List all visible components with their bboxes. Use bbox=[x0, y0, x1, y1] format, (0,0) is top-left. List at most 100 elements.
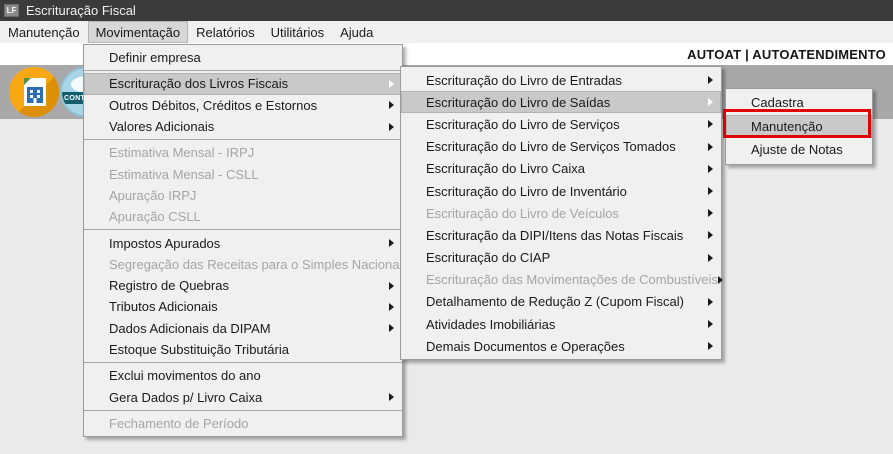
company-context-label: AUTOAT | AUTOATENDIMENTO bbox=[687, 47, 886, 62]
submenu-arrow-icon bbox=[708, 209, 713, 217]
menu-item-manutencao[interactable]: Manutenção bbox=[726, 115, 872, 139]
menu-item-label: Escrituração do Livro de Entradas bbox=[401, 73, 622, 88]
submenu-arrow-icon bbox=[708, 120, 713, 128]
menu-item-label: Apuração CSLL bbox=[84, 209, 201, 224]
menu-item-label: Dados Adicionais da DIPAM bbox=[84, 321, 271, 336]
menu-item-label: Estimativa Mensal - CSLL bbox=[84, 167, 259, 182]
submenu-arrow-icon bbox=[708, 320, 713, 328]
menu-item-estimativa-mensal-csll[interactable]: Estimativa Mensal - CSLL bbox=[84, 163, 402, 184]
menu-item-demais-documentos-e-operacoes[interactable]: Demais Documentos e Operações bbox=[401, 335, 721, 357]
menubar-item-ajuda[interactable]: Ajuda bbox=[332, 21, 381, 43]
menu-item-label: Escrituração do Livro de Serviços Tomado… bbox=[401, 139, 676, 154]
menu-item-segregacao-das-receitas-para-o-simples-nacional[interactable]: Segregação das Receitas para o Simples N… bbox=[84, 254, 402, 275]
submenu-arrow-icon bbox=[389, 393, 394, 401]
menu-item-tributos-adicionais[interactable]: Tributos Adicionais bbox=[84, 296, 402, 317]
menu-separator bbox=[84, 229, 402, 230]
menu-item-label: Fechamento de Período bbox=[84, 416, 248, 431]
menu-movimentacao: Definir empresa Escrituração dos Livros F… bbox=[83, 44, 403, 437]
menu-item-label: Manutenção bbox=[726, 119, 823, 134]
menu-item-exclui-movimentos-do-ano[interactable]: Exclui movimentos do ano bbox=[84, 365, 402, 386]
application-window: LF Escrituração Fiscal ManutençãoMovimen… bbox=[0, 0, 893, 454]
menu-item-escrituracao-das-movimentacoes-de-combustiveis[interactable]: Escrituração das Movimentações de Combus… bbox=[401, 269, 721, 291]
menu-item-escrituracao-do-livro-de-veiculos[interactable]: Escrituração do Livro de Veículos bbox=[401, 202, 721, 224]
menu-item-escrituracao-do-livro-de-entradas[interactable]: Escrituração do Livro de Entradas bbox=[401, 69, 721, 91]
menu-item-valores-adicionais[interactable]: Valores Adicionais bbox=[84, 116, 402, 137]
menu-item-label: Escrituração dos Livros Fiscais bbox=[84, 76, 288, 91]
menu-item-escrituracao-do-livro-de-servicos[interactable]: Escrituração do Livro de Serviços bbox=[401, 113, 721, 135]
menu-item-label: Detalhamento de Redução Z (Cupom Fiscal) bbox=[401, 294, 684, 309]
menu-item-label: Ajuste de Notas bbox=[726, 142, 843, 157]
company-building-icon[interactable] bbox=[9, 67, 59, 117]
menu-item-cadastra[interactable]: Cadastra bbox=[726, 91, 872, 115]
menu-item-label: Escrituração das Movimentações de Combus… bbox=[401, 272, 718, 287]
menubar-item-movimentacao[interactable]: Movimentação bbox=[88, 21, 189, 43]
menu-item-label: Demais Documentos e Operações bbox=[401, 339, 625, 354]
menu-item-registro-de-quebras[interactable]: Registro de Quebras bbox=[84, 275, 402, 296]
menubar-item-utilitarios[interactable]: Utilitários bbox=[263, 21, 332, 43]
window-title: Escrituração Fiscal bbox=[26, 3, 136, 18]
menu-item-label: Atividades Imobiliárias bbox=[401, 317, 555, 332]
menu-item-escrituracao-do-livro-de-servicos-tomados[interactable]: Escrituração do Livro de Serviços Tomado… bbox=[401, 136, 721, 158]
submenu-arrow-icon bbox=[389, 282, 394, 290]
menu-separator bbox=[84, 362, 402, 363]
menu-item-escrituracao-do-ciap[interactable]: Escrituração do CIAP bbox=[401, 247, 721, 269]
menubar-item-relatorios[interactable]: Relatórios bbox=[188, 21, 263, 43]
submenu-arrow-icon bbox=[389, 80, 394, 88]
menu-item-label: Escrituração do Livro de Veículos bbox=[401, 206, 619, 221]
menu-item-outros-debitos-creditos-e-estornos[interactable]: Outros Débitos, Créditos e Estornos bbox=[84, 95, 402, 116]
menu-item-dados-adicionais-da-dipam[interactable]: Dados Adicionais da DIPAM bbox=[84, 318, 402, 339]
menu-separator bbox=[84, 70, 402, 71]
menu-item-label: Registro de Quebras bbox=[84, 278, 229, 293]
menu-escrituracao-livros-fiscais: Escrituração do Livro de Entradas Escritu… bbox=[400, 66, 722, 360]
menu-item-label: Valores Adicionais bbox=[84, 119, 214, 134]
submenu-arrow-icon bbox=[389, 123, 394, 131]
title-bar: LF Escrituração Fiscal bbox=[0, 0, 893, 21]
menu-item-label: Apuração IRPJ bbox=[84, 188, 196, 203]
menu-item-label: Tributos Adicionais bbox=[84, 299, 218, 314]
menu-item-gera-dados-p-livro-caixa[interactable]: Gera Dados p/ Livro Caixa bbox=[84, 386, 402, 407]
menu-item-apuracao-irpj[interactable]: Apuração IRPJ bbox=[84, 185, 402, 206]
menu-item-ajuste-de-notas[interactable]: Ajuste de Notas bbox=[726, 138, 872, 162]
menu-item-atividades-imobiliarias[interactable]: Atividades Imobiliárias bbox=[401, 313, 721, 335]
menu-separator bbox=[84, 139, 402, 140]
submenu-arrow-icon bbox=[708, 342, 713, 350]
menu-item-escrituracao-do-livro-caixa[interactable]: Escrituração do Livro Caixa bbox=[401, 158, 721, 180]
menu-item-escrituracao-do-livro-de-inventario[interactable]: Escrituração do Livro de Inventário bbox=[401, 180, 721, 202]
menu-item-fechamento-de-periodo[interactable]: Fechamento de Período bbox=[84, 413, 402, 434]
menu-item-label: Gera Dados p/ Livro Caixa bbox=[84, 390, 262, 405]
menu-bar: ManutençãoMovimentaçãoRelatóriosUtilitár… bbox=[0, 21, 893, 43]
menu-item-label: Impostos Apurados bbox=[84, 236, 220, 251]
menu-item-detalhamento-de-reducao-z-cupom-fiscal[interactable]: Detalhamento de Redução Z (Cupom Fiscal) bbox=[401, 291, 721, 313]
menu-item-label: Escrituração do CIAP bbox=[401, 250, 550, 265]
menu-item-escrituracao-do-livro-de-saidas[interactable]: Escrituração do Livro de Saídas bbox=[401, 91, 721, 113]
menu-item-label: Definir empresa bbox=[84, 50, 201, 65]
menu-item-escrituracao-da-dipi-itens-das-notas-fiscais[interactable]: Escrituração da DIPI/Itens das Notas Fis… bbox=[401, 224, 721, 246]
menu-item-label: Exclui movimentos do ano bbox=[84, 368, 261, 383]
menu-item-definir-empresa[interactable]: Definir empresa bbox=[84, 47, 402, 68]
menu-item-escrituracao-dos-livros-fiscais[interactable]: Escrituração dos Livros Fiscais bbox=[84, 73, 402, 94]
menu-item-label: Cadastra bbox=[726, 95, 804, 110]
menu-item-estimativa-mensal-irpj[interactable]: Estimativa Mensal - IRPJ bbox=[84, 142, 402, 163]
menubar-item-manutencao[interactable]: Manutenção bbox=[0, 21, 88, 43]
menu-item-label: Escrituração do Livro de Inventário bbox=[401, 184, 627, 199]
menu-item-label: Outros Débitos, Créditos e Estornos bbox=[84, 98, 317, 113]
menu-item-label: Escrituração do Livro de Saídas bbox=[401, 95, 610, 110]
menu-item-estoque-substituicao-tributaria[interactable]: Estoque Substituição Tributária bbox=[84, 339, 402, 360]
menu-item-label: Estimativa Mensal - IRPJ bbox=[84, 145, 254, 160]
submenu-arrow-icon bbox=[708, 298, 713, 306]
menu-item-label: Escrituração do Livro de Serviços bbox=[401, 117, 620, 132]
menu-item-label: Segregação das Receitas para o Simples N… bbox=[84, 257, 402, 272]
submenu-arrow-icon bbox=[708, 98, 713, 106]
submenu-arrow-icon bbox=[389, 303, 394, 311]
menu-item-label: Escrituração da DIPI/Itens das Notas Fis… bbox=[401, 228, 683, 243]
submenu-arrow-icon bbox=[389, 239, 394, 247]
menu-separator bbox=[84, 410, 402, 411]
submenu-arrow-icon bbox=[389, 324, 394, 332]
submenu-arrow-icon bbox=[708, 254, 713, 262]
menu-item-apuracao-csll[interactable]: Apuração CSLL bbox=[84, 206, 402, 227]
submenu-arrow-icon bbox=[718, 276, 723, 284]
submenu-arrow-icon bbox=[708, 143, 713, 151]
menu-item-impostos-apurados[interactable]: Impostos Apurados bbox=[84, 232, 402, 253]
menu-item-label: Estoque Substituição Tributária bbox=[84, 342, 289, 357]
submenu-arrow-icon bbox=[389, 101, 394, 109]
